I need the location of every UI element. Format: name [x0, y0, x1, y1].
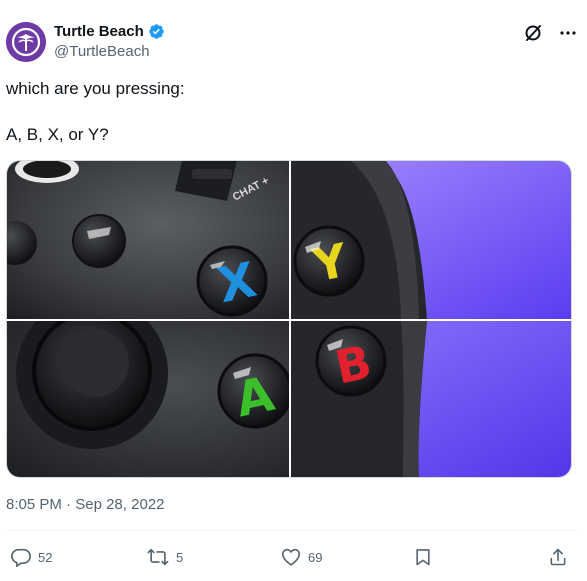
- tweet-media[interactable]: CHAT + X Y A B: [6, 160, 572, 478]
- reply-button[interactable]: 52: [10, 546, 52, 568]
- grok-icon[interactable]: [523, 23, 543, 43]
- retweet-icon: [146, 546, 170, 568]
- bookmark-icon: [413, 546, 433, 568]
- media-tile-b[interactable]: B: [291, 321, 571, 477]
- author-display-name[interactable]: Turtle Beach: [54, 23, 144, 40]
- media-tile-x[interactable]: CHAT + X: [7, 161, 289, 319]
- time-separator: ·: [61, 496, 76, 513]
- media-grid: CHAT + X Y A B: [7, 161, 571, 477]
- tweet-timestamp[interactable]: 8:05 PM · Sep 28, 2022: [6, 496, 164, 513]
- header-actions: [523, 23, 577, 43]
- tweet-actions: 52 5 69: [6, 546, 577, 570]
- more-options-icon[interactable]: [559, 24, 577, 42]
- tweet-line: which are you pressing:: [6, 79, 185, 98]
- like-count: 69: [308, 549, 323, 565]
- author-handle[interactable]: @TurtleBeach: [54, 43, 165, 60]
- turtle-beach-logo-icon: [6, 22, 46, 62]
- media-tile-a[interactable]: A: [7, 321, 289, 477]
- share-icon: [548, 546, 568, 568]
- tweet-line: A, B, X, or Y?: [6, 125, 109, 144]
- verified-badge-icon: [148, 23, 165, 40]
- reply-count: 52: [38, 549, 53, 565]
- divider: [6, 530, 577, 531]
- tweet-body: which are you pressing: A, B, X, or Y?: [6, 78, 185, 146]
- like-button[interactable]: 69: [280, 546, 322, 568]
- tweet-header: Turtle Beach @TurtleBeach: [6, 19, 577, 67]
- bookmark-button[interactable]: [413, 546, 433, 568]
- share-button[interactable]: [548, 546, 568, 568]
- media-tile-y[interactable]: Y: [291, 161, 571, 319]
- avatar[interactable]: [6, 22, 46, 62]
- retweet-count: 5: [176, 549, 184, 565]
- retweet-button[interactable]: 5: [146, 546, 183, 568]
- reply-icon: [10, 546, 32, 568]
- heart-icon: [280, 546, 302, 568]
- author-names: Turtle Beach @TurtleBeach: [54, 22, 165, 60]
- tweet-date: Sep 28, 2022: [75, 496, 165, 513]
- tweet-time: 8:05 PM: [6, 496, 62, 513]
